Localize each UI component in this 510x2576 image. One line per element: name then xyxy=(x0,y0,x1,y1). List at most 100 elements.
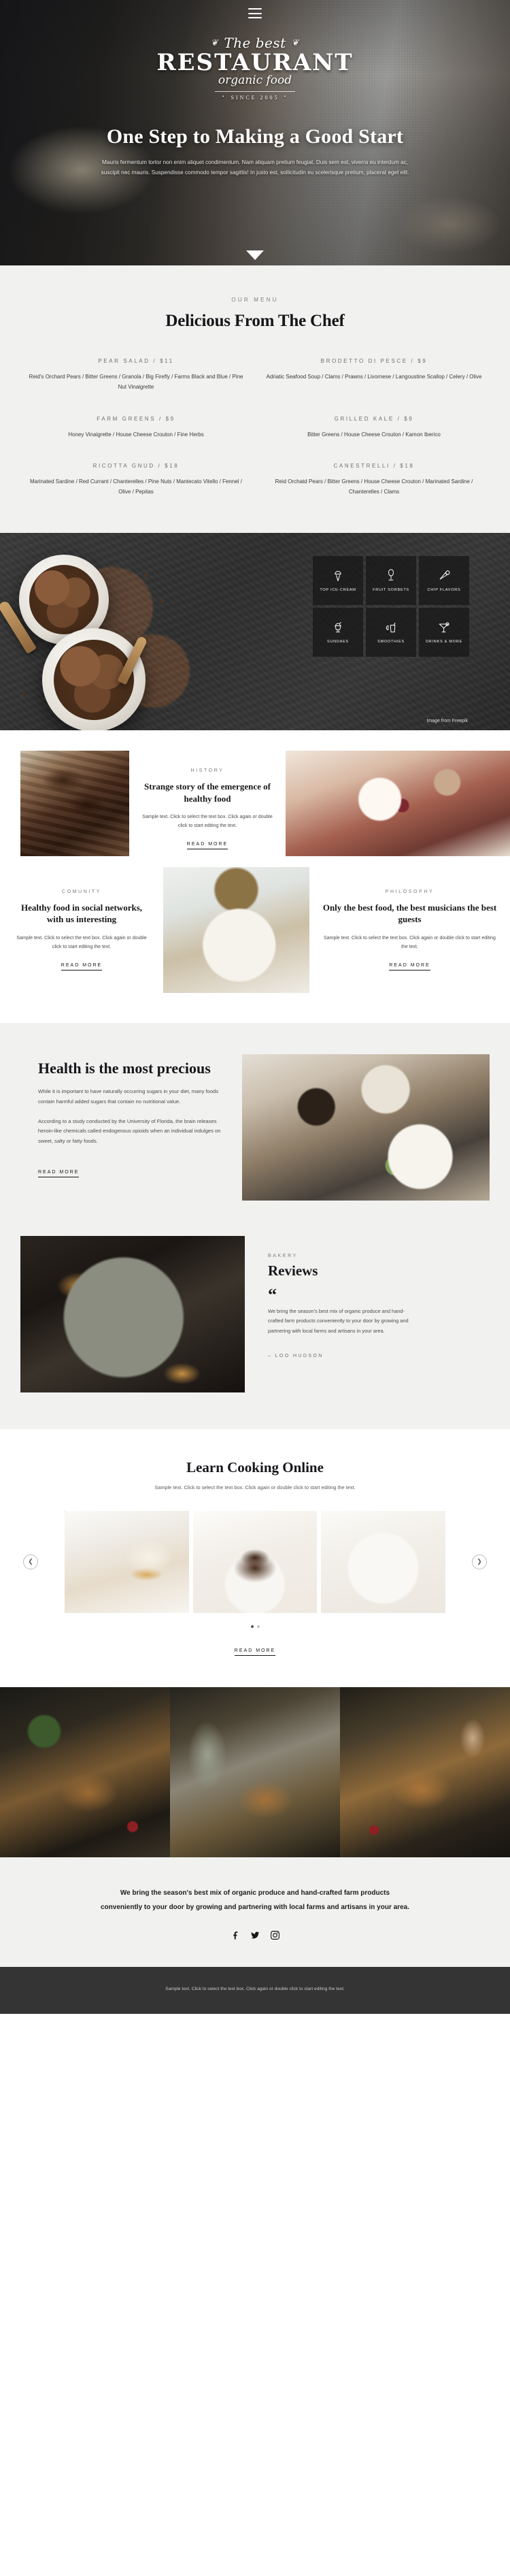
category-label: TOP ICE-CREAM xyxy=(320,587,356,592)
category-tile-smoothies[interactable]: SMOOTHIES xyxy=(366,607,416,657)
oatmeal-bowl-image xyxy=(163,866,309,993)
read-more-link[interactable]: READ MORE xyxy=(61,963,103,971)
blog-section: HISTORY Strange story of the emergence o… xyxy=(0,730,510,1023)
hero-subtitle: Mauris fermentum tortor non enim aliquet… xyxy=(101,159,409,176)
quote-mark-icon: “ xyxy=(268,1284,277,1305)
blog-row-two: COMUNITY Healthy food in social networks… xyxy=(0,866,510,993)
carousel-dot[interactable] xyxy=(250,1625,254,1628)
reviews-section: BAKERY Reviews “ We bring the season's b… xyxy=(0,1235,510,1429)
health-paragraph-two: According to a study conducted by the Un… xyxy=(38,1118,221,1145)
blog-card-philosophy[interactable]: PHILOSOPHY Only the best food, the best … xyxy=(309,867,510,993)
category-label: CHIP FLAVORS xyxy=(427,587,461,592)
roast-dish-image xyxy=(0,1686,170,1857)
menu-item[interactable]: BRODETTO DI PESCE / $9 Adriatic Seafood … xyxy=(258,358,490,393)
card-title: Healthy food in social networks, with us… xyxy=(20,902,143,925)
menu-item-desc: Bitter Greens / House Cheese Crouton / K… xyxy=(307,431,441,438)
brownie-image xyxy=(20,750,129,856)
croissant-plate-image xyxy=(20,1235,245,1392)
category-label: SMOOTHIES xyxy=(377,639,405,644)
menu-item[interactable]: PEAR SALAD / $11 Reid's Orchard Pears / … xyxy=(20,358,252,393)
ice-cream-cone-icon xyxy=(335,570,341,581)
facebook-icon[interactable] xyxy=(231,1931,240,1940)
blog-card-history[interactable]: HISTORY Strange story of the emergence o… xyxy=(129,751,286,867)
review-body: We bring the season's best mix of organi… xyxy=(268,1307,409,1334)
restaurant-landing-page: The best RESTAURANT organic food SINCE 2… xyxy=(0,0,510,2014)
carousel-slide-image[interactable] xyxy=(65,1510,189,1613)
card-title: Only the best food, the best musicians t… xyxy=(322,902,497,925)
category-tile-fruit-sorbets[interactable]: FRUIT SORBETS xyxy=(366,555,416,605)
menu-item[interactable]: GRILLED KALE / $9 Bitter Greens / House … xyxy=(258,416,490,440)
read-more-link[interactable]: READ MORE xyxy=(234,1648,276,1656)
tilted-cone-icon xyxy=(439,570,450,580)
chevron-right-icon[interactable]: ❯ xyxy=(472,1554,487,1569)
category-label: SUNDAES xyxy=(327,639,349,644)
carousel-slide-image[interactable] xyxy=(192,1510,318,1613)
health-section: Health is the most precious While it is … xyxy=(0,1022,510,1236)
read-more-link[interactable]: READ MORE xyxy=(389,963,430,971)
gallery-section xyxy=(0,1686,510,1857)
menu-item-name: GRILLED KALE / $9 xyxy=(334,415,414,422)
site-logo[interactable]: The best RESTAURANT organic food SINCE 2… xyxy=(0,36,510,101)
menu-item[interactable]: RICOTTA GNUD / $18 Marinated Sardine / R… xyxy=(20,463,252,498)
blog-card-comunity[interactable]: COMUNITY Healthy food in social networks… xyxy=(0,867,163,993)
learn-cooking-section: Learn Cooking Online Sample text. Click … xyxy=(0,1429,510,1687)
category-tile-chip-flavors[interactable]: CHIP FLAVORS xyxy=(419,555,469,605)
social-links xyxy=(0,1930,510,1940)
card-body: Sample text. Click to select the text bo… xyxy=(16,935,147,950)
footer-bar: Sample text. Click to select the text bo… xyxy=(0,1966,510,2014)
chevron-left-icon[interactable]: ❮ xyxy=(23,1554,38,1569)
instagram-icon[interactable] xyxy=(270,1930,279,1940)
learn-title: Learn Cooking Online xyxy=(186,1458,324,1476)
menu-item-desc: Reid's Orchard Pears / Bitter Greens / G… xyxy=(29,374,243,390)
logo-divider xyxy=(215,91,295,92)
menu-item-name: BRODETTO DI PESCE / $9 xyxy=(320,358,428,364)
menu-item-name: CANESTRELLI / $18 xyxy=(333,463,415,470)
card-eyebrow: HISTORY xyxy=(190,768,224,773)
category-tile-top-ice-cream[interactable]: TOP ICE-CREAM xyxy=(313,555,363,605)
category-label: FRUIT SORBETS xyxy=(373,587,409,592)
learn-subtitle: Sample text. Click to select the text bo… xyxy=(154,1484,356,1490)
carousel-dot[interactable] xyxy=(256,1625,260,1628)
reviews-title: Reviews xyxy=(268,1262,318,1279)
logo-sub-text: organic food xyxy=(218,74,292,87)
footer-cta-section: We bring the season's best mix of organi… xyxy=(0,1857,510,1967)
menu-item-desc: Honey Vinaigrette / House Cheese Crouton… xyxy=(68,431,204,438)
reviews-eyebrow: BAKERY xyxy=(268,1253,298,1258)
logo-main-text: RESTAURANT xyxy=(156,49,354,76)
footer-note: Sample text. Click to select the text bo… xyxy=(165,1986,345,1991)
category-label: DRINKS & MORE xyxy=(426,639,462,644)
hamburger-icon[interactable] xyxy=(248,8,262,18)
menu-item-name: RICOTTA GNUD / $18 xyxy=(92,463,180,470)
logo-script-text: The best xyxy=(0,36,510,50)
read-more-link[interactable]: READ MORE xyxy=(38,1170,80,1178)
menu-section: OUR MENU Delicious From The Chef PEAR SA… xyxy=(0,265,510,533)
carousel-dots xyxy=(0,1625,510,1628)
health-paragraph-one: While it is important to have naturally … xyxy=(38,1088,219,1105)
icecream-category-grid: TOP ICE-CREAM FRUIT SORBETS CHIP FLAVORS… xyxy=(313,555,469,657)
card-title: Strange story of the emergence of health… xyxy=(144,781,271,804)
cooking-carousel: ❮ ❯ xyxy=(20,1510,490,1613)
menu-item-name: PEAR SALAD / $11 xyxy=(98,358,174,364)
menu-item[interactable]: CANESTRELLI / $18 Reid Orchatd Pears / B… xyxy=(258,463,490,498)
category-tile-drinks-and-more[interactable]: DRINKS & MORE xyxy=(419,607,469,657)
hero-section: The best RESTAURANT organic food SINCE 2… xyxy=(0,0,510,265)
menu-item-name: FARM GREENS / $9 xyxy=(97,415,175,422)
health-title: Health is the most precious xyxy=(38,1059,211,1077)
carousel-slide-image[interactable] xyxy=(321,1510,446,1613)
image-credit: Image from Freepik xyxy=(426,718,468,723)
icecream-bowl-image xyxy=(42,627,146,730)
berry-bowl-image xyxy=(286,750,510,856)
menu-item[interactable]: FARM GREENS / $9 Honey Vinaigrette / Hou… xyxy=(20,416,252,440)
card-body: Sample text. Click to select the text bo… xyxy=(142,815,273,829)
scroll-down-arrow-icon[interactable] xyxy=(246,250,264,260)
menu-title: Delicious From The Chef xyxy=(165,312,345,330)
category-tile-sundaes[interactable]: SUNDAES xyxy=(313,607,363,657)
read-more-link[interactable]: READ MORE xyxy=(186,842,228,849)
hero-title: One Step to Making a Good Start xyxy=(106,125,404,148)
card-eyebrow: PHILOSOPHY xyxy=(385,889,435,894)
menu-grid: PEAR SALAD / $11 Reid's Orchard Pears / … xyxy=(20,358,490,498)
twitter-icon[interactable] xyxy=(250,1931,260,1940)
menu-item-desc: Adriatic Seafood Soup / Clams / Prawns /… xyxy=(266,374,482,380)
menu-item-desc: Reid Orchatd Pears / Bitter Greens / Hou… xyxy=(275,478,473,495)
card-body: Sample text. Click to select the text bo… xyxy=(324,935,496,950)
